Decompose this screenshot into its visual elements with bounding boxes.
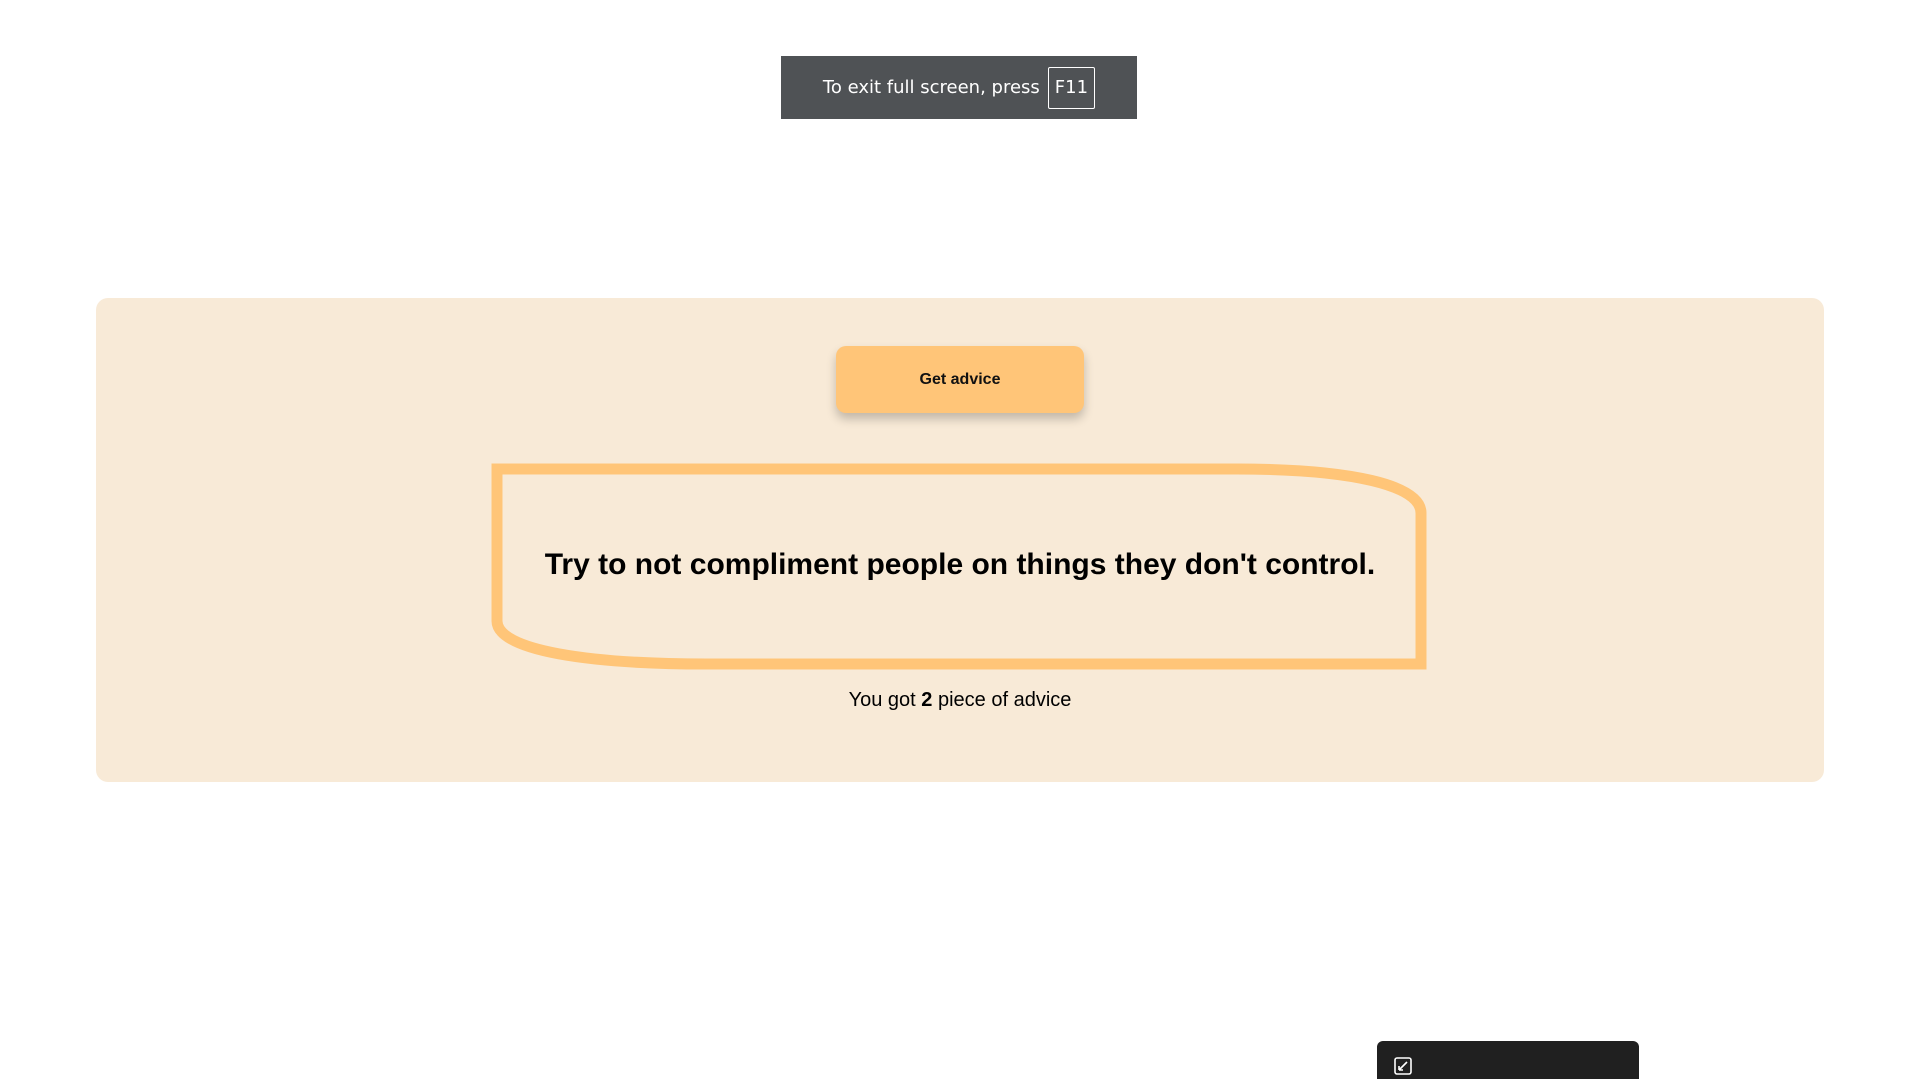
floating-toolbar [1377,1041,1639,1079]
get-advice-button[interactable]: Get advice [836,346,1084,413]
advice-count-suffix: piece of advice [937,689,1072,711]
snip-expand-icon[interactable] [1393,1056,1413,1076]
advice-count-value: 2 [921,689,933,711]
advice-bubble: Try to not compliment people on things t… [491,463,1429,670]
advice-count-line: You got 2 piece of advice [96,689,1824,712]
fullscreen-notice-text: To exit full screen, press [822,77,1040,98]
advice-text: Try to not compliment people on things t… [544,547,1376,581]
fullscreen-exit-notice: To exit full screen, press F11 [781,56,1137,119]
advice-count-prefix: You got [848,689,916,711]
f11-key-badge: F11 [1047,66,1096,109]
